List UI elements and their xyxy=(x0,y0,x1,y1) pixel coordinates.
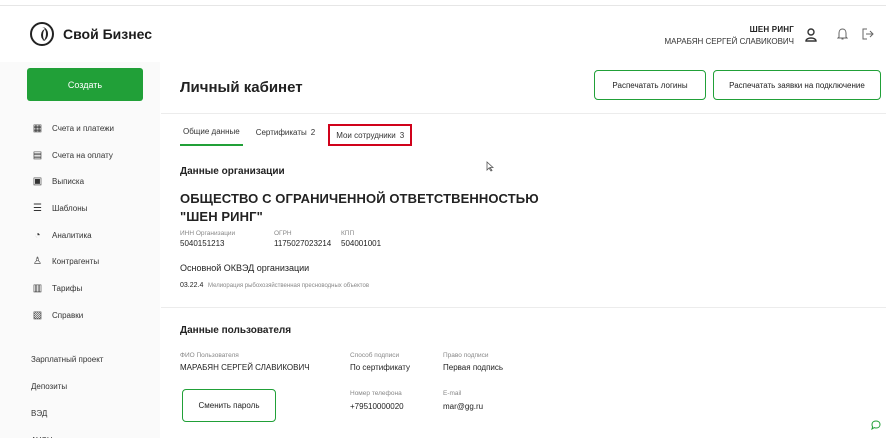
person-icon xyxy=(805,28,817,42)
tabs: Общие данные Сертификаты 2 Мои сотрудник… xyxy=(180,124,422,146)
user-section-title: Данные пользователя xyxy=(180,325,292,336)
page-title: Личный кабинет xyxy=(180,79,303,96)
sign-method-label: Способ подписи xyxy=(350,352,400,359)
sidebar-item-references[interactable]: ▧ Справки xyxy=(31,302,114,329)
logo-icon xyxy=(30,22,54,46)
top-divider xyxy=(0,5,886,6)
sidebar-item-label: Тарифы xyxy=(52,283,83,293)
sidebar-nav-secondary: Зарплатный проект Депозиты ВЭД АУСН xyxy=(31,346,103,438)
logout-icon[interactable] xyxy=(862,28,874,40)
sidebar-item-invoices[interactable]: ▤ Счета на оплату xyxy=(31,142,114,169)
print-requests-button[interactable]: Распечатать заявки на подключение xyxy=(713,70,881,100)
document-icon: ▣ xyxy=(32,176,43,188)
mouse-cursor-icon xyxy=(486,161,495,175)
tab-certificates[interactable]: Сертификаты 2 xyxy=(253,124,319,146)
sign-method-value: По сертификату xyxy=(350,363,411,372)
org-section-title: Данные организации xyxy=(180,166,285,177)
sidebar-item-label: Счета на оплату xyxy=(52,150,113,160)
sidebar-item-label: Контрагенты xyxy=(52,257,100,267)
chart-icon: ◔ xyxy=(34,229,41,241)
create-button[interactable]: Создать xyxy=(27,68,143,101)
app-root: Свой Бизнес ШЕН РИНГ МАРАБЯН СЕРГЕЙ СЛАВ… xyxy=(0,0,886,438)
okved-description: Мелиорация рыбохозяйственная пресноводны… xyxy=(208,283,370,289)
change-password-button[interactable]: Сменить пароль xyxy=(182,389,276,422)
sidebar-nav: ▦ Счета и платежи ▤ Счета на оплату ▣ Выпис… xyxy=(31,115,114,329)
fio-label: ФИО Пользователя xyxy=(180,352,239,359)
sidebar-item-ved[interactable]: ВЭД xyxy=(31,400,103,427)
sign-right-label: Право подписи xyxy=(443,352,489,359)
sidebar-item-deposits[interactable]: Депозиты xyxy=(31,373,103,400)
chat-icon[interactable] xyxy=(871,419,881,433)
sidebar-item-label: Справки xyxy=(52,310,84,320)
sidebar-item-ausn[interactable]: АУСН xyxy=(31,427,103,438)
tab-label: Сертификаты xyxy=(255,127,307,137)
sidebar-item-label: Шаблоны xyxy=(52,203,88,213)
inn-label: ИНН Организации xyxy=(180,230,236,237)
tab-count-badge: 3 xyxy=(399,130,405,140)
sidebar-item-analytics[interactable]: ◔ Аналитика xyxy=(31,222,114,249)
kpp-value: 504001001 xyxy=(341,239,382,248)
section-divider xyxy=(161,307,886,308)
ogrn-label: ОГРН xyxy=(274,230,292,237)
main-content: Личный кабинет Распечатать логины Распеч… xyxy=(161,62,886,438)
sidebar-item-counterparties[interactable]: ♙ Контрагенты xyxy=(31,248,114,275)
list-icon: ☰ xyxy=(33,202,42,214)
logo[interactable]: Свой Бизнес xyxy=(30,22,152,46)
tariff-icon: ▥ xyxy=(32,282,43,294)
okved-code: 03.22.4 xyxy=(180,282,204,289)
tab-label: Общие данные xyxy=(183,126,240,136)
kpp-label: КПП xyxy=(341,230,355,237)
certificate-icon: ▧ xyxy=(32,309,43,321)
sidebar-item-accounts[interactable]: ▦ Счета и платежи xyxy=(31,115,114,142)
user-company: ШЕН РИНГ xyxy=(749,25,794,34)
tab-my-employees[interactable]: Мои сотрудники 3 xyxy=(328,124,413,146)
sign-right-value: Первая подпись xyxy=(443,363,504,372)
org-name: ОБЩЕСТВО С ОГРАНИЧЕННОЙ ОТВЕТСТВЕННОСТЬЮ… xyxy=(180,191,539,224)
sidebar-item-salary[interactable]: Зарплатный проект xyxy=(31,346,103,373)
fio-value: МАРАБЯН СЕРГЕЙ СЛАВИКОВИЧ xyxy=(180,363,310,372)
tab-count-badge: 2 xyxy=(310,127,316,137)
email-label: E-mail xyxy=(443,390,462,397)
okved-title: Основной ОКВЭД организации xyxy=(180,263,310,273)
sidebar-item-tariffs[interactable]: ▥ Тарифы xyxy=(31,275,114,302)
tab-general[interactable]: Общие данные xyxy=(180,124,243,146)
grid-icon: ▦ xyxy=(32,122,43,134)
logo-text: Свой Бизнес xyxy=(63,26,153,42)
tab-label: Мои сотрудники xyxy=(336,130,396,140)
header-divider xyxy=(161,113,886,114)
print-logins-button[interactable]: Распечатать логины xyxy=(594,70,706,100)
person-icon: ♙ xyxy=(33,256,42,268)
phone-value: +79510000020 xyxy=(350,402,404,411)
ogrn-value: 1175027023214 xyxy=(274,239,332,248)
profile-icon[interactable] xyxy=(802,26,820,44)
sidebar-item-templates[interactable]: ☰ Шаблоны xyxy=(31,195,114,222)
sidebar-item-label: Выписка xyxy=(52,177,85,187)
phone-label: Номер телефона xyxy=(350,390,402,397)
email-value: mar@gg.ru xyxy=(443,402,484,411)
sidebar-item-statement[interactable]: ▣ Выписка xyxy=(31,168,114,195)
sidebar: Создать ▦ Счета и платежи ▤ Счета на оплат… xyxy=(0,62,160,438)
user-info[interactable]: ШЕН РИНГ МАРАБЯН СЕРГЕЙ СЛАВИКОВИЧ xyxy=(664,25,794,46)
user-name: МАРАБЯН СЕРГЕЙ СЛАВИКОВИЧ xyxy=(664,37,794,46)
invoice-icon: ▤ xyxy=(32,149,43,161)
bell-icon[interactable] xyxy=(837,28,848,40)
sidebar-item-label: Аналитика xyxy=(52,230,92,240)
sidebar-item-label: Счета и платежи xyxy=(52,123,115,133)
inn-value: 5040151213 xyxy=(180,239,225,248)
